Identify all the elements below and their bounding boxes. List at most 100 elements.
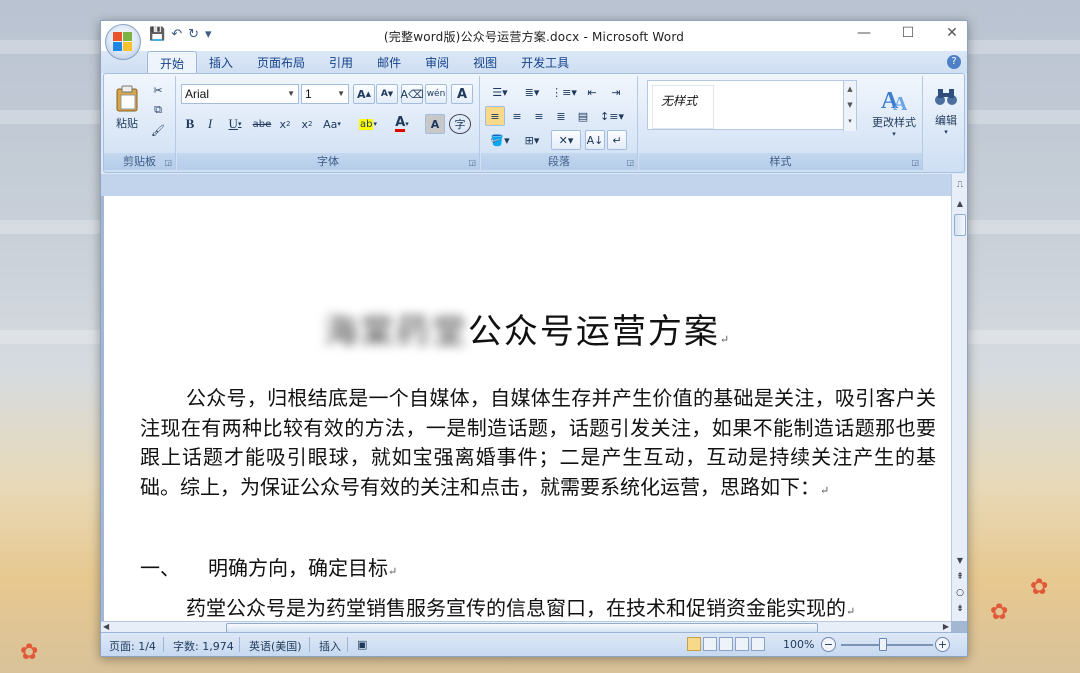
tab-developer[interactable]: 开发工具 — [509, 51, 581, 73]
vertical-scrollbar[interactable]: ⎍ ▲ ▼ ⇞ ○ ⇟ — [951, 174, 967, 621]
scroll-thumb[interactable] — [954, 214, 966, 236]
font-group-label: 字体 — [177, 153, 479, 170]
zoom-in-icon[interactable]: + — [935, 637, 950, 652]
scroll-down-icon[interactable]: ▼ — [844, 97, 856, 113]
word-count[interactable]: 字数: 1,974 — [173, 638, 234, 654]
page-count[interactable]: 页面: 1/4 — [109, 638, 156, 654]
line-spacing-icon[interactable]: ↕≡▾ — [597, 106, 627, 126]
cut-icon[interactable]: ✂ — [148, 80, 168, 100]
minimize-button[interactable]: — — [855, 25, 873, 41]
help-icon[interactable]: ? — [947, 55, 961, 69]
phonetic-guide-icon[interactable]: wén — [425, 84, 447, 104]
tab-references[interactable]: 引用 — [317, 51, 365, 73]
char-shading-button[interactable]: A — [425, 114, 445, 134]
paste-label: 粘贴 — [116, 117, 138, 130]
tab-home[interactable]: 开始 — [147, 51, 198, 73]
print-layout-icon[interactable] — [687, 637, 701, 651]
dialog-launcher-icon[interactable]: ◲ — [626, 158, 634, 167]
tab-insert[interactable]: 插入 — [197, 51, 245, 73]
superscript-button[interactable]: x2 — [297, 114, 317, 134]
multilevel-list-icon[interactable]: ⋮≡▾ — [549, 82, 579, 102]
document-page[interactable]: 海棠药堂公众号运营方案↵ 公众号，归根结底是一个自媒体，自媒体生存并产生价值的基… — [104, 196, 951, 621]
decrease-indent-icon[interactable]: ⇤ — [581, 82, 603, 102]
bold-button[interactable]: B — [181, 114, 199, 134]
change-styles-button[interactable]: A A 更改样式 ▾ — [867, 78, 921, 144]
align-center-icon[interactable]: ≡ — [507, 106, 527, 126]
align-right-icon[interactable]: ≡ — [529, 106, 549, 126]
ribbon: 粘贴 ✂ ⧉ 🖌 剪贴板 ◲ Arial ▼ 1 ▼ A ▲ A ▼ A⌫ wén … — [103, 73, 965, 173]
grow-font-button[interactable]: A ▲ — [353, 84, 375, 104]
show-marks-icon[interactable]: ↵ — [607, 130, 627, 150]
dialog-launcher-icon[interactable]: ◲ — [468, 158, 476, 167]
window-controls: — ☐ ✕ — [855, 25, 961, 41]
align-left-icon[interactable]: ≡ — [485, 106, 505, 126]
dialog-launcher-icon[interactable]: ◲ — [164, 158, 172, 167]
bullets-icon[interactable]: ☰▾ — [485, 82, 515, 102]
scroll-up-icon[interactable]: ▲ — [952, 196, 968, 212]
paragraph-group: ☰▾ ≣▾ ⋮≡▾ ⇤ ⇥ ≡ ≡ ≡ ≣ ▤ ↕≡▾ 🪣▾ ⊞▾ ✕▾ A↓ … — [481, 76, 638, 170]
view-ruler-icon[interactable]: ⎍ — [954, 180, 966, 192]
zoom-level[interactable]: 100% — [783, 638, 814, 651]
more-styles-icon[interactable]: ▾ — [844, 113, 856, 129]
paste-button[interactable]: 粘贴 — [110, 80, 144, 136]
scroll-right-icon[interactable]: ▶ — [943, 622, 949, 631]
copy-icon[interactable]: ⧉ — [148, 100, 168, 120]
format-painter-icon[interactable]: 🖌 — [148, 120, 168, 140]
zoom-slider-knob[interactable] — [879, 638, 887, 651]
increase-indent-icon[interactable]: ⇥ — [605, 82, 627, 102]
subscript-button[interactable]: x2 — [275, 114, 295, 134]
tab-view[interactable]: 视图 — [461, 51, 509, 73]
zoom-slider[interactable] — [841, 644, 933, 646]
previous-page-icon[interactable]: ⇞ — [952, 572, 968, 586]
outline-view-icon[interactable] — [735, 637, 749, 651]
language-indicator[interactable]: 英语(美国) — [249, 638, 302, 654]
underline-button[interactable]: U ▾ — [223, 114, 247, 134]
font-size-combo[interactable]: 1 ▼ — [301, 84, 349, 104]
flower-decoration: ✿ — [1030, 575, 1049, 600]
shrink-font-button[interactable]: A ▼ — [376, 84, 398, 104]
italic-button[interactable]: I — [201, 114, 219, 134]
zoom-out-icon[interactable]: − — [821, 637, 836, 652]
font-name-combo[interactable]: Arial ▼ — [181, 84, 299, 104]
web-layout-icon[interactable] — [719, 637, 733, 651]
char-border-icon[interactable]: A — [451, 84, 473, 104]
scroll-up-icon[interactable]: ▲ — [844, 81, 856, 97]
change-case-button[interactable]: Aa ▾ — [319, 114, 345, 134]
borders-icon[interactable]: ⊞▾ — [517, 130, 547, 150]
ribbon-tabs: 开始 插入 页面布局 引用 邮件 审阅 视图 开发工具 ? — [101, 51, 967, 73]
scroll-left-icon[interactable]: ◀ — [103, 622, 109, 631]
insert-mode[interactable]: 插入 — [319, 638, 341, 654]
grow-font-icon: A — [357, 87, 366, 101]
font-color-button[interactable]: A ▾ — [387, 114, 417, 134]
justify-icon[interactable]: ≣ — [551, 106, 571, 126]
next-page-icon[interactable]: ⇟ — [952, 604, 968, 618]
dialog-launcher-icon[interactable]: ◲ — [911, 158, 919, 167]
clear-format-icon[interactable]: A⌫ — [400, 84, 424, 104]
office-button[interactable] — [105, 24, 141, 60]
highlight-button[interactable]: ab ▾ — [353, 114, 383, 134]
numbering-icon[interactable]: ≣▾ — [517, 82, 547, 102]
draft-view-icon[interactable] — [751, 637, 765, 651]
maximize-button[interactable]: ☐ — [899, 25, 917, 41]
tab-review[interactable]: 审阅 — [413, 51, 461, 73]
strikethrough-button[interactable]: abe — [251, 114, 273, 134]
close-button[interactable]: ✕ — [943, 25, 961, 41]
shading-icon[interactable]: 🪣▾ — [485, 130, 515, 150]
full-screen-reading-icon[interactable] — [703, 637, 717, 651]
style-item-no-style[interactable]: 无样式 — [652, 85, 714, 129]
macro-record-icon[interactable]: ▣ — [357, 638, 367, 651]
office-logo-icon — [113, 32, 133, 52]
select-browse-object-icon[interactable]: ○ — [952, 588, 968, 602]
sort-icon[interactable]: A↓ — [585, 130, 605, 150]
scroll-down-icon[interactable]: ▼ — [952, 556, 968, 570]
flower-decoration: ✿ — [990, 600, 1009, 625]
tab-mailings[interactable]: 邮件 — [365, 51, 413, 73]
flower-decoration: ✿ — [20, 640, 39, 665]
enclose-char-button[interactable]: 字 — [449, 114, 471, 134]
chevron-down-icon: ▼ — [287, 89, 295, 98]
distributed-icon[interactable]: ▤ — [573, 106, 593, 126]
tab-page-layout[interactable]: 页面布局 — [245, 51, 317, 73]
editing-button[interactable]: 编辑 ▾ — [928, 80, 964, 142]
chinese-layout-icon[interactable]: ✕▾ — [551, 130, 581, 150]
editing-group: 编辑 ▾ — [924, 76, 968, 170]
